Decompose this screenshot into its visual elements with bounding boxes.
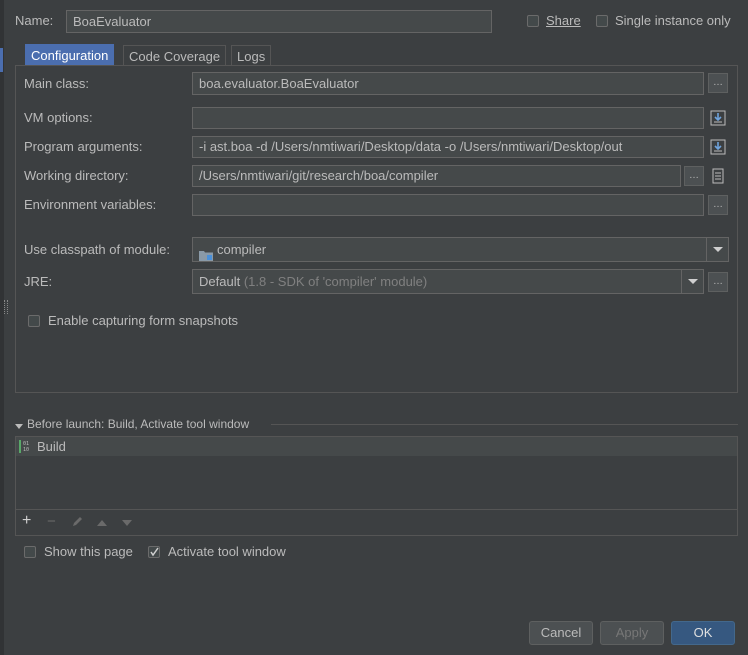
share-label: Share — [546, 13, 581, 28]
vm-options-input[interactable] — [192, 107, 704, 129]
snapshots-label: Enable capturing form snapshots — [48, 313, 239, 328]
module-folder-icon — [199, 245, 213, 261]
splitter-handle[interactable] — [4, 300, 8, 314]
environment-variables-input[interactable] — [192, 194, 704, 216]
remove-icon[interactable]: − — [47, 513, 56, 530]
main-class-browse-button[interactable]: … — [708, 73, 728, 93]
checkmark-icon — [150, 547, 159, 557]
single-instance-checkbox[interactable] — [596, 15, 608, 27]
move-up-icon[interactable] — [96, 516, 108, 526]
build-item-label: Build — [37, 439, 66, 454]
snapshots-checkbox[interactable] — [28, 315, 40, 327]
jre-hint: (1.8 - SDK of 'compiler' module) — [243, 274, 428, 289]
working-directory-label: Working directory: — [24, 168, 129, 183]
apply-button[interactable]: Apply — [600, 621, 664, 645]
show-this-page-checkbox[interactable] — [24, 546, 36, 558]
tab-code-coverage[interactable]: Code Coverage — [123, 45, 227, 66]
list-item[interactable] — [16, 437, 737, 456]
expand-icon[interactable] — [708, 108, 728, 128]
add-icon[interactable]: + — [22, 512, 31, 530]
jre-select[interactable]: Default (1.8 - SDK of 'compiler' module) — [192, 269, 704, 294]
tab-configuration[interactable]: Configuration — [25, 44, 115, 65]
ok-button[interactable]: OK — [671, 621, 735, 645]
vm-options-label: VM options: — [24, 110, 93, 125]
triangle-down-icon[interactable] — [14, 419, 24, 429]
show-this-page-label: Show this page — [44, 544, 133, 559]
classpath-value: compiler — [217, 242, 267, 257]
before-launch-title: Before launch: Build, Activate tool wind… — [27, 417, 250, 431]
section-divider — [271, 424, 738, 425]
environment-variables-browse-button[interactable]: … — [708, 195, 728, 215]
main-class-input[interactable]: boa.evaluator.BoaEvaluator — [192, 72, 704, 95]
chevron-down-icon[interactable] — [681, 270, 703, 293]
move-down-icon[interactable] — [121, 516, 133, 526]
program-arguments-label: Program arguments: — [24, 139, 143, 154]
classpath-label: Use classpath of module: — [24, 242, 170, 257]
left-edge-strip — [0, 0, 4, 655]
left-edge-marker — [0, 48, 3, 72]
edit-icon[interactable] — [71, 515, 84, 528]
name-input[interactable]: BoaEvaluator — [66, 10, 492, 33]
macros-icon[interactable] — [708, 166, 728, 186]
svg-text:10: 10 — [23, 447, 29, 453]
activate-tool-window-label: Activate tool window — [168, 544, 286, 559]
activate-tool-window-checkbox[interactable] — [148, 546, 160, 558]
jre-value: Default — [199, 274, 241, 289]
environment-variables-label: Environment variables: — [24, 197, 157, 212]
expand-icon[interactable] — [708, 137, 728, 157]
jre-label: JRE: — [24, 274, 53, 289]
working-directory-browse-button[interactable]: … — [684, 166, 704, 186]
working-directory-input[interactable]: /Users/nmtiwari/git/research/boa/compile… — [192, 165, 681, 187]
classpath-select[interactable]: compiler — [192, 237, 729, 262]
chevron-down-icon[interactable] — [706, 238, 728, 261]
tab-logs[interactable]: Logs — [231, 45, 272, 66]
share-checkbox[interactable] — [527, 15, 539, 27]
build-icon: 01 10 — [19, 439, 35, 454]
list-toolbar-divider — [16, 509, 737, 510]
single-instance-label: Single instance only — [615, 13, 731, 28]
main-class-label: Main class: — [24, 76, 90, 91]
name-label: Name: — [15, 13, 54, 28]
program-arguments-input[interactable]: -i ast.boa -d /Users/nmtiwari/Desktop/da… — [192, 136, 704, 158]
jre-browse-button[interactable]: … — [708, 272, 728, 292]
cancel-button[interactable]: Cancel — [529, 621, 593, 645]
